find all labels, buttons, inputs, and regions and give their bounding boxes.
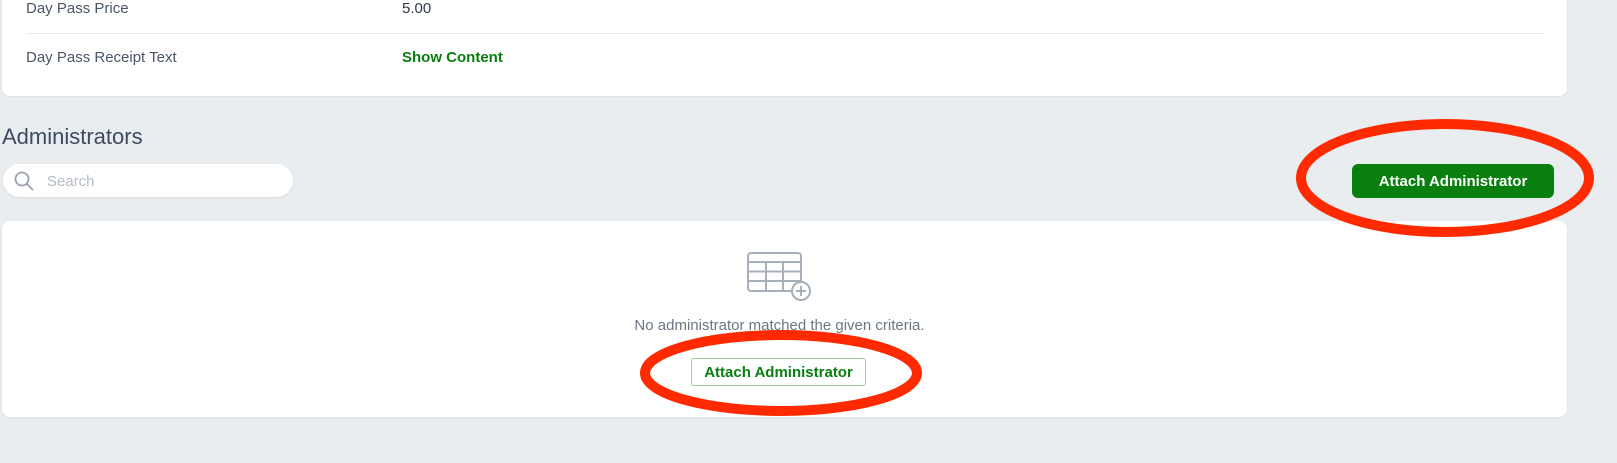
resource-details-card: Day Pass Price 5.00 Day Pass Receipt Tex… bbox=[2, 0, 1567, 96]
search-input[interactable] bbox=[45, 164, 289, 199]
table-add-icon bbox=[746, 251, 814, 303]
detail-label: Day Pass Receipt Text bbox=[26, 49, 177, 66]
detail-label: Day Pass Price bbox=[26, 0, 129, 17]
detail-row-day-pass-receipt-text: Day Pass Receipt Text Show Content bbox=[2, 39, 1567, 79]
detail-value: 5.00 bbox=[402, 0, 432, 17]
attach-administrator-empty-button[interactable]: Attach Administrator bbox=[691, 358, 866, 386]
show-content-link[interactable]: Show Content bbox=[402, 49, 503, 66]
section-title-administrators: Administrators bbox=[2, 124, 143, 149]
administrators-empty-state-card: No administrator matched the given crite… bbox=[2, 221, 1567, 417]
attach-administrator-button[interactable]: Attach Administrator bbox=[1352, 164, 1554, 198]
detail-row-day-pass-price: Day Pass Price 5.00 bbox=[2, 0, 1567, 34]
search-icon bbox=[14, 171, 34, 191]
search-box[interactable] bbox=[3, 164, 293, 199]
row-divider bbox=[26, 33, 1544, 34]
empty-state-message: No administrator matched the given crite… bbox=[634, 317, 925, 334]
